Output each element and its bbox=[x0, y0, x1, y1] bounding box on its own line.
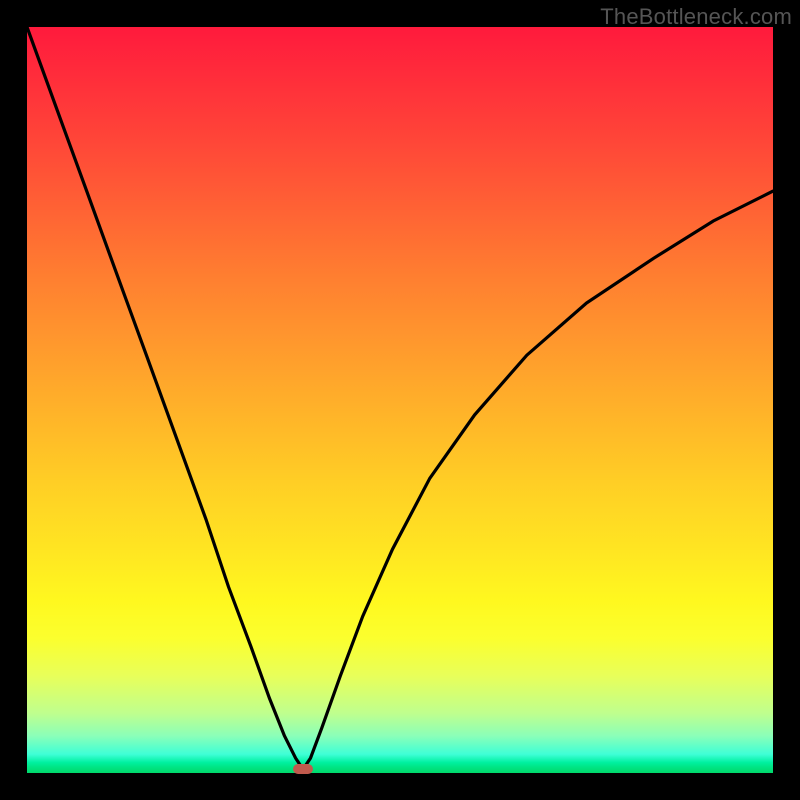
chart-area bbox=[27, 27, 773, 773]
watermark-text: TheBottleneck.com bbox=[600, 4, 792, 30]
optimum-marker bbox=[293, 764, 313, 774]
bottleneck-curve bbox=[27, 27, 773, 773]
